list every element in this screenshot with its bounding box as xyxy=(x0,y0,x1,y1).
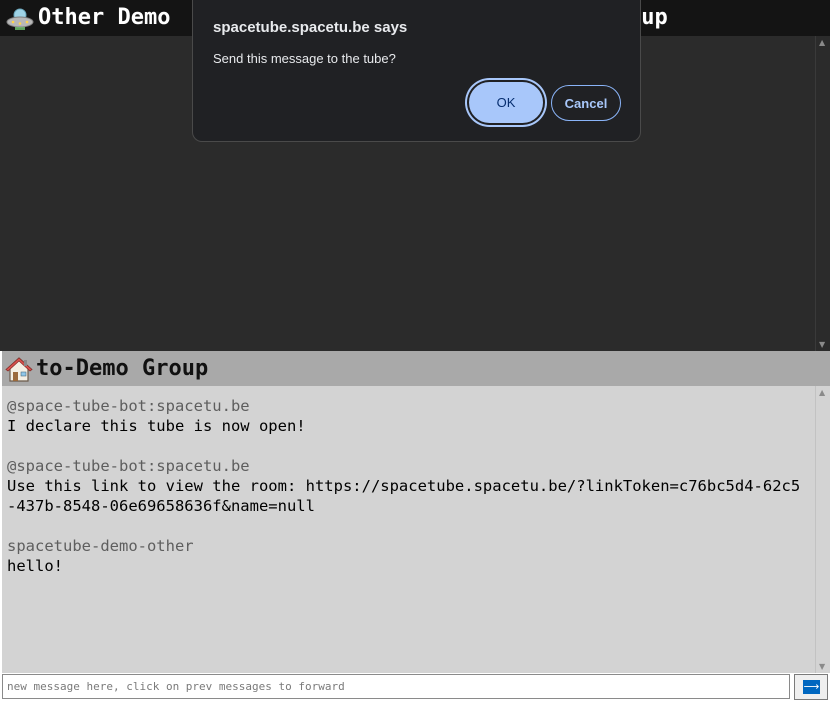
composer: ⟶ xyxy=(0,673,830,703)
message-body: hello! xyxy=(7,557,63,575)
arrow-right-icon: ⟶ xyxy=(803,680,820,694)
message-item[interactable]: @space-tube-bot:spacetu.be Use this link… xyxy=(7,456,807,516)
house-icon xyxy=(5,357,33,382)
ok-button[interactable]: OK xyxy=(469,82,543,123)
ufo-icon xyxy=(6,8,34,30)
confirm-dialog: spacetube.spacetu.be says Send this mess… xyxy=(192,0,641,142)
to-demo-group-pane: to-Demo Group @space-tube-bot:spacetu.be… xyxy=(2,351,830,673)
scroll-up-arrow-icon[interactable]: ▲ xyxy=(819,388,825,397)
top-pane-scrollbar[interactable]: ▲ ▼ xyxy=(815,36,830,351)
bottom-pane-title: to-Demo Group xyxy=(36,356,209,381)
message-input[interactable] xyxy=(2,674,790,699)
scroll-down-arrow-icon[interactable]: ▼ xyxy=(819,340,825,349)
message-sender: spacetube-demo-other xyxy=(7,537,194,555)
message-sender: @space-tube-bot:spacetu.be xyxy=(7,397,250,415)
bottom-pane-header: to-Demo Group xyxy=(2,351,830,386)
cancel-button[interactable]: Cancel xyxy=(551,85,621,121)
scroll-down-arrow-icon[interactable]: ▼ xyxy=(819,662,825,671)
bottom-pane-scrollbar[interactable]: ▲ ▼ xyxy=(815,386,830,673)
message-sender: @space-tube-bot:spacetu.be xyxy=(7,457,250,475)
message-list: @space-tube-bot:spacetu.be I declare thi… xyxy=(7,396,807,596)
send-button[interactable]: ⟶ xyxy=(794,674,828,700)
message-body: Use this link to view the room: https://… xyxy=(7,477,801,515)
scroll-up-arrow-icon[interactable]: ▲ xyxy=(819,38,825,47)
top-pane-title: Other Demo xyxy=(38,5,171,30)
message-body: I declare this tube is now open! xyxy=(7,417,306,435)
message-item[interactable]: @space-tube-bot:spacetu.be I declare thi… xyxy=(7,396,807,436)
dialog-title: spacetube.spacetu.be says xyxy=(213,19,408,36)
dialog-message: Send this message to the tube? xyxy=(213,51,396,66)
message-item[interactable]: spacetube-demo-other hello! xyxy=(7,536,807,576)
